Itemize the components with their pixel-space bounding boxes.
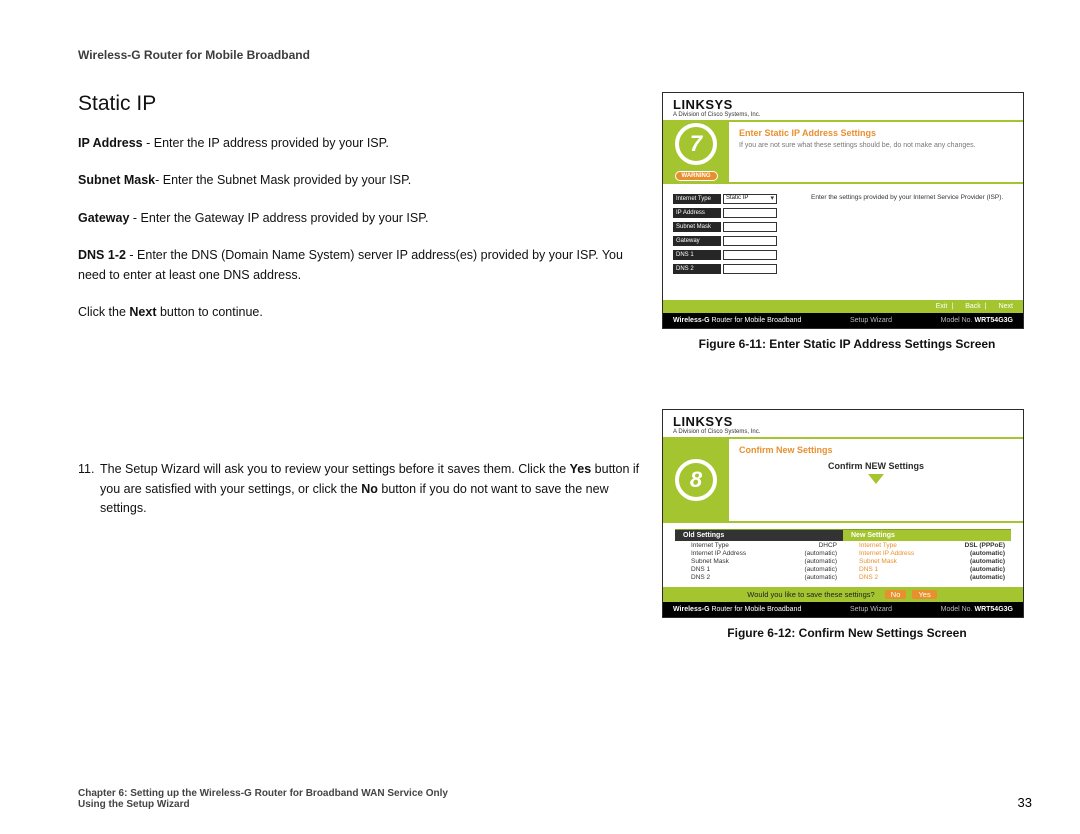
product-name: Wireless-G Router for Mobile Broadband [673,317,801,324]
linksys-logo: LINKSYS [673,97,1013,112]
fields-panel: Internet TypeStatic IP IP Address Subnet… [673,194,801,290]
screenshot-static-ip: LINKSYS A Division of Cisco Systems, Inc… [662,92,1024,329]
banner-title: Confirm New Settings [739,445,1013,455]
para-next: Click the Next button to continue. [78,303,642,322]
internet-type-select[interactable]: Static IP [723,194,777,204]
no-button[interactable]: No [885,590,907,599]
figure-caption-6-12: Figure 6-12: Confirm New Settings Screen [662,626,1032,640]
warning-badge: WARNING [675,171,718,181]
chevron-down-icon [868,474,884,484]
para-gateway: Gateway - Enter the Gateway IP address p… [78,209,642,228]
subnet-mask-input[interactable] [723,222,777,232]
para-subnet: Subnet Mask- Enter the Subnet Mask provi… [78,171,642,190]
doc-header: Wireless-G Router for Mobile Broadband [78,48,1032,62]
gateway-input[interactable] [723,236,777,246]
next-button[interactable]: Next [999,303,1013,310]
yes-button[interactable]: Yes [912,590,936,599]
para-dns: DNS 1-2 - Enter the DNS (Domain Name Sys… [78,246,642,285]
dns1-input[interactable] [723,250,777,260]
back-button[interactable]: Back [965,303,981,310]
screenshot-confirm: LINKSYS A Division of Cisco Systems, Inc… [662,409,1024,618]
banner-title: Enter Static IP Address Settings [739,128,1013,138]
page-number: 33 [1018,795,1032,810]
page-footer: Chapter 6: Setting up the Wireless-G Rou… [78,788,1032,810]
para-step11: 11. The Setup Wizard will ask you to rev… [78,460,642,518]
dns2-input[interactable] [723,264,777,274]
exit-button[interactable]: Exit [936,303,948,310]
linksys-logo: LINKSYS [673,414,1013,429]
step-number: 7 [675,123,717,165]
step-number: 8 [675,459,717,501]
ip-address-input[interactable] [723,208,777,218]
product-name: Wireless-G Router for Mobile Broadband [673,606,801,613]
para-ip: IP Address - Enter the IP address provid… [78,134,642,153]
figure-caption-6-11: Figure 6-11: Enter Static IP Address Set… [662,337,1032,351]
section-title-static-ip: Static IP [78,92,642,116]
settings-comparison-table: Old Settings Internet TypeDHCP Internet … [675,529,1011,581]
